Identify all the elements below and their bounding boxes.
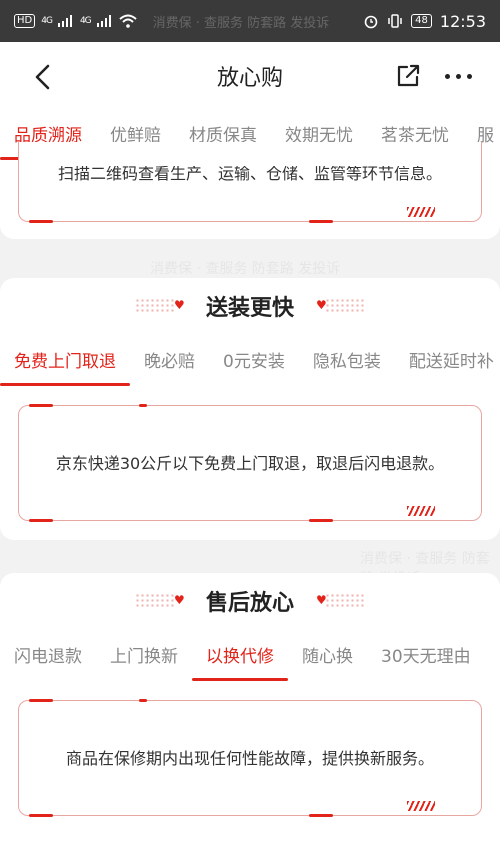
- card-accent: [29, 814, 53, 817]
- tab-label: 以换代修: [206, 647, 274, 667]
- card-accent: [139, 404, 147, 407]
- vibrate-icon: [388, 14, 402, 28]
- tab-label: 随心换: [302, 647, 353, 667]
- card-accent: [139, 699, 147, 702]
- tab-label: 闪电退款: [14, 647, 82, 667]
- card-hatch-decoration: [407, 506, 435, 516]
- card-text: 扫描二维码查看生产、运输、仓储、监管等环节信息。: [57, 164, 442, 183]
- card-delivery: 京东快递30公斤以下免费上门取退，取退后闪电退款。: [18, 404, 482, 522]
- nav-header: 放心购: [0, 42, 500, 112]
- page-title: 放心购: [216, 66, 283, 91]
- card-text: 京东快递30公斤以下免费上门取退，取退后闪电退款。: [55, 454, 445, 473]
- card-text: 商品在保修期内出现任何性能故障，提供换新服务。: [65, 749, 434, 768]
- card-hatch-decoration: [407, 207, 435, 217]
- section-delivery: ♥ 送装更快 ♥ 免费上门取退 晚必赔 0元安装 隐私包装 配送延时补 京东快递…: [0, 278, 500, 540]
- section-title: 售后放心: [205, 591, 294, 616]
- tab-label: 免费上门取退: [14, 352, 116, 372]
- tab-delivery-1[interactable]: 晚必赔: [130, 338, 209, 386]
- share-button[interactable]: [394, 62, 422, 90]
- card-quality: 扫描二维码查看生产、运输、仓储、监管等环节信息。: [18, 142, 482, 223]
- tab-label: 0元安装: [223, 352, 285, 372]
- tab-aftersale-3[interactable]: 随心换: [288, 633, 367, 681]
- card-aftersale: 商品在保修期内出现任何性能故障，提供换新服务。: [18, 699, 482, 817]
- hd-badge: HD: [14, 14, 36, 28]
- card-accent: [29, 699, 53, 702]
- watermark-text: 消费保 · 查服务 防套路 发投诉: [150, 261, 341, 277]
- section-title: 送装更快: [205, 296, 294, 321]
- watermark-text: 消费保 · 查服务 防套路 发投诉: [152, 15, 330, 31]
- dots-decoration: [325, 593, 365, 609]
- card-hatch-decoration: [407, 801, 435, 811]
- tab-label: 上门换新: [110, 647, 178, 667]
- section-aftersale: ♥ 售后放心 ♥ 闪电退款 上门换新 以换代修 随心换 30天无理由 商品在保修…: [0, 573, 500, 844]
- card-accent: [309, 220, 333, 223]
- more-button[interactable]: [442, 68, 474, 84]
- tab-aftersale-4[interactable]: 30天无理由: [367, 633, 485, 681]
- card-accent: [29, 519, 53, 522]
- tab-delivery-0[interactable]: 免费上门取退: [0, 338, 130, 386]
- tab-aftersale-1[interactable]: 上门换新: [96, 633, 192, 681]
- tab-delivery-2[interactable]: 0元安装: [209, 338, 299, 386]
- tab-delivery-3[interactable]: 隐私包装: [299, 338, 395, 386]
- section-quality: 品质溯源 优鲜赔 材质保真 效期无忧 茗茶无忧 服 扫描二维码查看生产、运输、仓…: [0, 112, 500, 239]
- signal-label-1: 4G: [41, 16, 53, 26]
- card-accent: [309, 814, 333, 817]
- battery-indicator: 48: [411, 14, 432, 28]
- alarm-icon: [364, 15, 378, 29]
- card-accent: [29, 404, 53, 407]
- tab-label: 隐私包装: [312, 352, 381, 372]
- tab-label: 晚必赔: [144, 352, 195, 372]
- wifi-icon: [118, 14, 137, 28]
- signal-bars-icon: [96, 15, 111, 27]
- dots-decoration: [325, 298, 365, 314]
- more-icon: [444, 73, 472, 79]
- status-bar: HD 4G 4G 消费保 · 查服务 防套路 发投诉 48 12:53: [0, 0, 500, 42]
- tab-aftersale-2[interactable]: 以换代修: [192, 633, 288, 681]
- share-icon: [397, 64, 420, 87]
- signal-bars-icon: [57, 15, 72, 27]
- signal-label-2: 4G: [79, 16, 92, 26]
- tab-label: 配送延时补: [408, 352, 494, 372]
- active-underline: [0, 383, 130, 386]
- card-accent: [309, 519, 333, 522]
- card-accent: [29, 220, 53, 223]
- tab-label: 30天无理由: [381, 647, 471, 667]
- tab-aftersale-0[interactable]: 闪电退款: [0, 633, 96, 681]
- active-underline: [192, 678, 288, 681]
- tabs-delivery: 免费上门取退 晚必赔 0元安装 隐私包装 配送延时补: [0, 338, 500, 386]
- clock: 12:53: [439, 11, 486, 31]
- tabs-aftersale: 闪电退款 上门换新 以换代修 随心换 30天无理由: [0, 633, 500, 681]
- tab-delivery-4[interactable]: 配送延时补: [395, 338, 500, 386]
